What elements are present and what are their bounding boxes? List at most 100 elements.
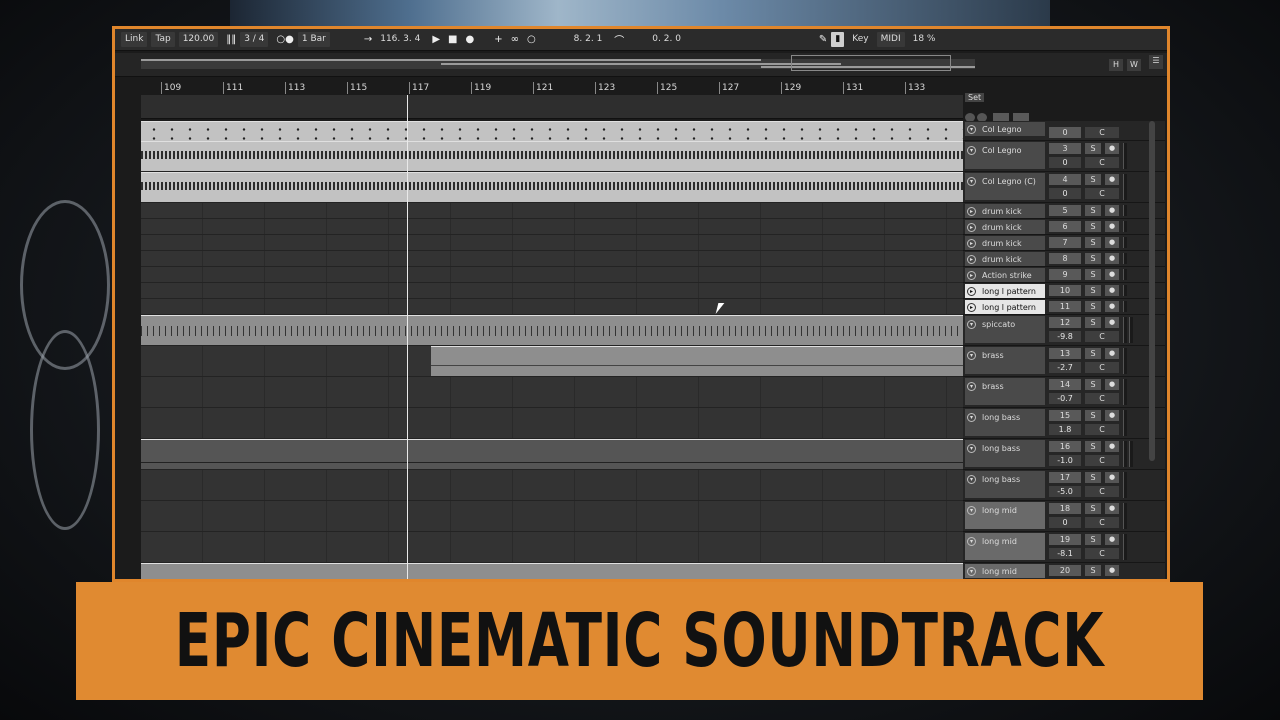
fold-icon[interactable]: ▾ xyxy=(967,566,976,576)
track-name[interactable]: ▾ long mid xyxy=(965,564,1045,578)
track-volume[interactable]: 0 xyxy=(1049,157,1081,168)
locator-strip[interactable] xyxy=(141,95,963,119)
arrangement-overview[interactable]: H W ☰ xyxy=(115,53,1167,77)
track-lane[interactable] xyxy=(141,532,963,563)
fold-icon[interactable]: ▾ xyxy=(967,351,976,360)
track-volume[interactable]: -5.0 xyxy=(1049,486,1081,497)
midi-map-button[interactable]: MIDI xyxy=(876,32,905,47)
track-header[interactable]: ▾ long mid 18 S ● 0 C xyxy=(963,501,1165,532)
track-lane[interactable] xyxy=(141,563,963,579)
arm-icon[interactable]: ● xyxy=(1105,221,1119,232)
track-header[interactable]: ▾ long bass 15 S ● 1.8 C xyxy=(963,408,1165,439)
track-lane[interactable] xyxy=(141,141,963,172)
track-header[interactable]: ▾ long bass 16 S ● -1.0 C xyxy=(963,439,1165,470)
track-name[interactable]: ▾ long bass xyxy=(965,409,1045,436)
capture-icon[interactable]: ○ xyxy=(527,34,536,45)
menu-icon[interactable]: ☰ xyxy=(1149,55,1163,69)
loop-icon[interactable]: ⌒ xyxy=(614,32,624,47)
solo-button[interactable]: S xyxy=(1085,143,1101,154)
fold-icon[interactable]: ▾ xyxy=(967,124,976,134)
track-header[interactable]: ▾ brass 14 S ● -0.7 C xyxy=(963,377,1165,408)
track-pan[interactable]: C xyxy=(1085,362,1119,373)
vertical-scrollbar[interactable] xyxy=(1149,121,1155,461)
track-lane[interactable] xyxy=(141,267,963,283)
track-volume[interactable]: 1.8 xyxy=(1049,424,1081,435)
track-lane[interactable] xyxy=(141,346,963,377)
solo-button[interactable]: S xyxy=(1085,205,1101,216)
quantize-select[interactable]: 1 Bar xyxy=(297,32,330,47)
track-header[interactable]: ▾ long bass 17 S ● -5.0 C xyxy=(963,470,1165,501)
track-number[interactable]: 17 xyxy=(1049,472,1081,483)
track-name[interactable]: ▸ drum kick xyxy=(965,236,1045,250)
track-pan[interactable]: C xyxy=(1085,548,1119,559)
track-name[interactable]: ▾ Col Legno (C) xyxy=(965,173,1045,200)
solo-button[interactable]: S xyxy=(1085,472,1101,483)
track-vol[interactable]: 0 xyxy=(1049,127,1081,138)
track-header[interactable]: ▾ long mid 20 S ● xyxy=(963,563,1165,579)
track-number[interactable]: 12 xyxy=(1049,317,1081,328)
arm-icon[interactable]: ● xyxy=(1105,269,1119,280)
solo-button[interactable]: S xyxy=(1085,301,1101,312)
link-button[interactable]: Link xyxy=(121,32,148,47)
track-number[interactable]: 11 xyxy=(1049,301,1081,312)
track-pan[interactable]: C xyxy=(1085,424,1119,435)
midi-clip[interactable] xyxy=(141,121,963,141)
track-volume[interactable]: -2.7 xyxy=(1049,362,1081,373)
arm-icon[interactable]: ● xyxy=(1105,565,1119,576)
midi-clip[interactable] xyxy=(141,315,963,345)
track-number[interactable]: 14 xyxy=(1049,379,1081,390)
track-name[interactable]: ▾ Col Legno xyxy=(965,122,1045,136)
track-number[interactable]: 4 xyxy=(1049,174,1081,185)
track-number[interactable]: 7 xyxy=(1049,237,1081,248)
track-volume[interactable]: -9.8 xyxy=(1049,331,1081,342)
solo-button[interactable]: S xyxy=(1085,269,1101,280)
track-name[interactable]: ▸ drum kick xyxy=(965,220,1045,234)
play-clip-icon[interactable]: ▸ xyxy=(967,206,976,216)
follow-icon[interactable]: → xyxy=(364,34,372,45)
track-pan[interactable]: C xyxy=(1085,393,1119,404)
beat-time-ruler[interactable]: 109 111 113 115 117 119 121 123 125 127 … xyxy=(141,81,963,95)
track-header[interactable]: ▾ spiccato 12 S ● -9.8 C xyxy=(963,315,1165,346)
track-pan[interactable]: C xyxy=(1085,157,1119,168)
track-name[interactable]: ▾ long bass xyxy=(965,440,1045,467)
midi-clip[interactable] xyxy=(141,172,963,202)
track-name[interactable]: ▸ drum kick xyxy=(965,204,1045,218)
track-volume[interactable]: 0 xyxy=(1049,517,1081,528)
arm-icon[interactable]: ● xyxy=(1105,503,1119,514)
fold-icon[interactable]: ▾ xyxy=(967,537,976,546)
solo-button[interactable]: S xyxy=(1085,285,1101,296)
track-lane[interactable] xyxy=(141,121,963,141)
track-header[interactable]: ▾ Col Legno 3 S ● 0 C xyxy=(963,141,1165,172)
track-number[interactable]: 10 xyxy=(1049,285,1081,296)
track-number[interactable]: 13 xyxy=(1049,348,1081,359)
track-pan[interactable]: C xyxy=(1085,331,1119,342)
play-clip-icon[interactable]: ▸ xyxy=(967,286,976,296)
track-number[interactable]: 5 xyxy=(1049,205,1081,216)
midi-clip[interactable] xyxy=(141,563,963,579)
track-number[interactable]: 6 xyxy=(1049,221,1081,232)
track-name[interactable]: ▸ long l pattern xyxy=(965,284,1045,298)
track-lane[interactable] xyxy=(141,219,963,235)
stop-icon[interactable]: ■ xyxy=(448,34,457,45)
midi-clip[interactable] xyxy=(141,141,963,171)
key-map-icon[interactable]: ▮ xyxy=(831,32,845,47)
track-number[interactable]: 15 xyxy=(1049,410,1081,421)
track-pan[interactable]: C xyxy=(1085,188,1119,199)
play-icon[interactable]: ▶ xyxy=(432,34,440,45)
fold-icon[interactable]: ▾ xyxy=(967,382,976,391)
arm-icon[interactable]: ● xyxy=(1105,348,1119,359)
track-number[interactable]: 19 xyxy=(1049,534,1081,545)
arm-icon[interactable]: ● xyxy=(1105,237,1119,248)
arm-icon[interactable]: ● xyxy=(1105,441,1119,452)
track-name[interactable]: ▾ spiccato xyxy=(965,316,1045,343)
fold-icon[interactable]: ▾ xyxy=(967,413,976,422)
track-lane[interactable] xyxy=(141,408,963,439)
solo-button[interactable]: S xyxy=(1085,221,1101,232)
arm-icon[interactable]: ● xyxy=(1105,534,1119,545)
set-navigation[interactable] xyxy=(965,107,1047,122)
play-clip-icon[interactable]: ▸ xyxy=(967,270,976,280)
solo-button[interactable]: S xyxy=(1085,317,1101,328)
song-position-field[interactable]: 116. 3. 4 xyxy=(376,32,424,47)
track-lane[interactable] xyxy=(141,470,963,501)
track-lane[interactable] xyxy=(141,377,963,408)
